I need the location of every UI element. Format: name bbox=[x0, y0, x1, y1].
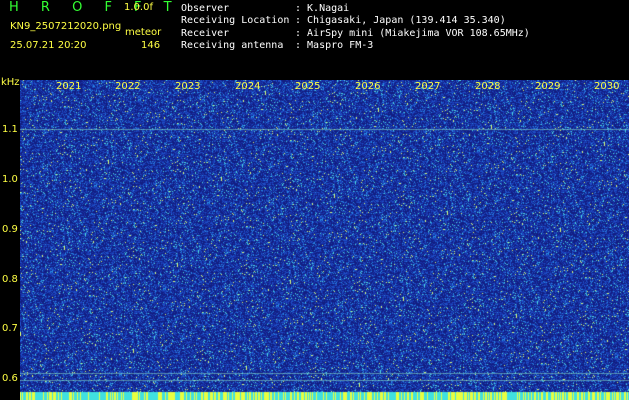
x-tick-label: 2024 bbox=[235, 81, 261, 92]
x-tick-label: 2021 bbox=[56, 81, 82, 92]
x-tick-label: 2029 bbox=[535, 81, 561, 92]
file-name: KN9_2507212020.png bbox=[10, 21, 122, 32]
y-tick-label: 0.6 bbox=[2, 373, 18, 384]
x-tick-label: 2022 bbox=[115, 81, 141, 92]
x-tick-label: 2028 bbox=[475, 81, 501, 92]
x-tick-label: 2027 bbox=[415, 81, 441, 92]
spectrogram-waterfall bbox=[20, 80, 629, 400]
x-tick-label: 2023 bbox=[175, 81, 201, 92]
app-version: 1.0.0f bbox=[124, 2, 153, 13]
info-row-observer: Observer: K.Nagai bbox=[181, 3, 350, 14]
header-panel: H R O F F T 1.0.0f KN9_2507212020.png me… bbox=[0, 0, 629, 76]
info-row-antenna: Receiving antenna: Maspro FM-3 bbox=[181, 39, 374, 51]
station-info: Observer: K.Nagai Receiving Location: Ch… bbox=[181, 3, 530, 52]
y-tick-label: 0.9 bbox=[2, 224, 18, 235]
y-tick-label: 1.1 bbox=[2, 124, 18, 135]
x-tick-label: 2030 bbox=[594, 81, 620, 92]
meteor-count: 146 bbox=[141, 40, 161, 51]
y-axis-unit: kHz bbox=[1, 77, 20, 88]
info-row-location: Receiving Location: Chigasaki, Japan (13… bbox=[181, 15, 506, 27]
mode-label: meteor bbox=[125, 27, 162, 38]
y-tick-label: 0.7 bbox=[2, 323, 18, 334]
info-row-receiver: Receiver: AirSpy mini (Miakejima VOR 108… bbox=[181, 27, 530, 39]
app-title: H R O F F T bbox=[9, 0, 181, 15]
y-tick-label: 0.8 bbox=[2, 274, 18, 285]
y-tick-label: 1.0 bbox=[2, 174, 18, 185]
x-tick-label: 2025 bbox=[295, 81, 321, 92]
datetime-label: 25.07.21 20:20 bbox=[10, 40, 87, 51]
x-tick-label: 2026 bbox=[355, 81, 381, 92]
